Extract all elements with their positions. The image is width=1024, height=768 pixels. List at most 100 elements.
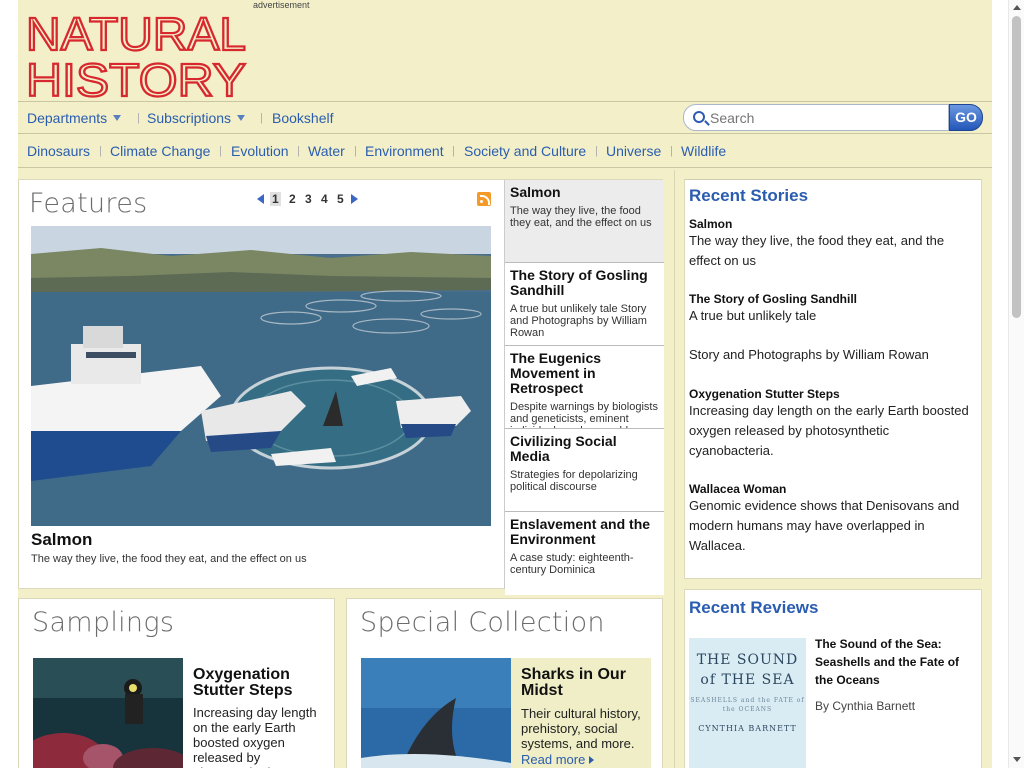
topic-dinosaurs[interactable]: Dinosaurs bbox=[27, 143, 90, 159]
nav-separator: | bbox=[99, 145, 102, 157]
logo-natural: NATURAL bbox=[26, 10, 246, 60]
recent-story-item: Oxygenation Stutter Steps Increasing day… bbox=[689, 387, 975, 461]
feature-story-item[interactable]: Salmon The way they live, the food they … bbox=[505, 180, 664, 263]
special-collection-panel: Special Collection Sharks in Our Midst T… bbox=[346, 598, 663, 768]
book-cover-subtitle: SEASHELLS and the FATE of the OCEANS bbox=[690, 697, 805, 713]
nav-separator: | bbox=[297, 145, 300, 157]
page-wrapper: NATURAL HISTORY advertisement Department… bbox=[18, 0, 992, 768]
search-icon bbox=[693, 111, 705, 123]
recent-story-item: Wallacea Woman Genomic evidence shows th… bbox=[689, 482, 975, 556]
natural-history-logo[interactable]: NATURAL HISTORY bbox=[26, 10, 248, 98]
search-input[interactable] bbox=[710, 108, 940, 127]
story-title: Civilizing Social Media bbox=[510, 433, 617, 464]
samplings-heading: Samplings bbox=[32, 607, 175, 638]
topic-water[interactable]: Water bbox=[308, 143, 345, 159]
nav-separator: | bbox=[595, 145, 598, 157]
special-collection-heading: Special Collection bbox=[360, 607, 605, 638]
nav-separator: | bbox=[260, 112, 263, 124]
review-author: By Cynthia Barnett bbox=[815, 699, 916, 713]
samplings-title[interactable]: Oxygenation Stutter Steps bbox=[193, 667, 323, 699]
divider-line bbox=[685, 179, 981, 180]
nav-subscriptions[interactable]: Subscriptions bbox=[147, 110, 246, 126]
feature-story-list: Salmon The way they live, the food they … bbox=[504, 180, 664, 595]
topics-nav: Dinosaurs | Climate Change | Evolution |… bbox=[18, 135, 992, 168]
page-2[interactable]: 2 bbox=[289, 192, 296, 206]
page-1[interactable]: 1 bbox=[270, 192, 281, 206]
topic-evolution[interactable]: Evolution bbox=[231, 143, 289, 159]
book-cover-image[interactable]: THE SOUND of THE SEA SEASHELLS and the FA… bbox=[689, 638, 806, 768]
hero-subtitle: The way they live, the food they eat, an… bbox=[31, 553, 307, 565]
advertisement-label: advertisement bbox=[253, 0, 310, 10]
next-arrow-icon[interactable] bbox=[351, 194, 358, 204]
story-desc: A true but unlikely tale Story and Photo… bbox=[510, 303, 647, 339]
book-cover-title-line2: of THE SEA bbox=[700, 672, 795, 688]
page-scrollbar[interactable] bbox=[1008, 0, 1024, 768]
features-heading: Features bbox=[29, 188, 148, 219]
feature-story-item[interactable]: Civilizing Social Media Strategies for d… bbox=[505, 429, 664, 512]
nav-bookshelf[interactable]: Bookshelf bbox=[272, 110, 333, 126]
chevron-down-icon bbox=[237, 115, 246, 121]
topic-wildlife[interactable]: Wildlife bbox=[681, 143, 726, 159]
page-4[interactable]: 4 bbox=[321, 192, 328, 206]
recent-story-item: The Story of Gosling Sandhill A true but… bbox=[689, 292, 975, 365]
nav-separator: | bbox=[670, 145, 673, 157]
recent-story-desc: Genomic evidence shows that Denisovans a… bbox=[689, 498, 960, 553]
hero-title[interactable]: Salmon bbox=[31, 530, 92, 550]
read-more-link[interactable]: Read more bbox=[521, 751, 641, 768]
page-5[interactable]: 5 bbox=[337, 192, 344, 206]
features-panel: Features 1 2 3 4 5 Salmon The way they l… bbox=[18, 179, 664, 595]
recent-story-title[interactable]: Oxygenation Stutter Steps bbox=[689, 387, 975, 401]
scroll-up-icon[interactable] bbox=[1013, 5, 1021, 10]
topic-universe[interactable]: Universe bbox=[606, 143, 661, 159]
recent-stories-heading: Recent Stories bbox=[689, 186, 809, 205]
recent-story-title[interactable]: Wallacea Woman bbox=[689, 482, 975, 496]
scroll-down-icon[interactable] bbox=[1013, 757, 1021, 762]
nav-separator: | bbox=[354, 145, 357, 157]
hero-image-salmon-farm[interactable] bbox=[31, 226, 491, 526]
story-title: Enslavement and the Environment bbox=[510, 516, 651, 547]
story-desc: A case study: eighteenth-century Dominic… bbox=[510, 552, 634, 576]
rss-icon[interactable] bbox=[477, 192, 491, 206]
story-desc: The way they live, the food they eat, an… bbox=[510, 205, 652, 229]
recent-story-desc: Increasing day length on the early Earth… bbox=[689, 403, 969, 458]
review-text: The Sound of the Sea: Seashells and the … bbox=[815, 635, 975, 713]
topic-society-and-culture[interactable]: Society and Culture bbox=[464, 143, 586, 159]
nav-subscriptions-label: Subscriptions bbox=[147, 110, 232, 126]
recent-story-title[interactable]: The Story of Gosling Sandhill bbox=[689, 292, 975, 306]
special-collection-textbox: Sharks in Our Midst Their cultural histo… bbox=[511, 658, 651, 768]
recent-stories-panel: Recent Stories Salmon The way they live,… bbox=[684, 179, 982, 579]
special-collection-desc: Their cultural history, prehistory, soci… bbox=[521, 706, 641, 751]
story-title: Salmon bbox=[510, 184, 561, 200]
read-more-label: Read more bbox=[521, 752, 586, 767]
samplings-image-diver[interactable] bbox=[33, 658, 183, 768]
nav-departments-label: Departments bbox=[27, 110, 108, 126]
nav-departments[interactable]: Departments bbox=[27, 110, 122, 126]
nav-separator: | bbox=[137, 112, 140, 124]
feature-story-item[interactable]: Enslavement and the Environment A case s… bbox=[505, 512, 664, 595]
topic-environment[interactable]: Environment bbox=[365, 143, 444, 159]
page-3[interactable]: 3 bbox=[305, 192, 312, 206]
story-title: The Eugenics Movement in Retrospect bbox=[510, 350, 602, 396]
recent-reviews-panel: Recent Reviews THE SOUND of THE SEA SEASH… bbox=[684, 589, 982, 768]
recent-reviews-heading: Recent Reviews bbox=[689, 598, 819, 617]
recent-story-desc: A true but unlikely tale bbox=[689, 308, 817, 323]
recent-story-item: Salmon The way they live, the food they … bbox=[689, 217, 975, 271]
feature-story-item[interactable]: The Story of Gosling Sandhill A true but… bbox=[505, 263, 664, 346]
topic-climate-change[interactable]: Climate Change bbox=[110, 143, 210, 159]
recent-story-desc: The way they live, the food they eat, an… bbox=[689, 233, 945, 268]
special-collection-image-shark-fin[interactable] bbox=[361, 658, 511, 768]
arrow-right-icon bbox=[589, 756, 595, 764]
feature-story-item[interactable]: The Eugenics Movement in Retrospect Desp… bbox=[505, 346, 664, 429]
special-collection-title[interactable]: Sharks in Our Midst bbox=[521, 667, 641, 699]
book-cover-title-line1: THE SOUND bbox=[696, 652, 799, 668]
scrollbar-thumb[interactable] bbox=[1012, 16, 1021, 318]
book-cover-author: CYNTHIA BARNETT bbox=[698, 724, 797, 733]
search-go-button[interactable]: GO bbox=[949, 104, 983, 131]
logo-history: HISTORY bbox=[26, 54, 246, 98]
review-title[interactable]: The Sound of the Sea: Seashells and the … bbox=[815, 635, 975, 689]
recent-story-byline: Story and Photographs by William Rowan bbox=[689, 347, 929, 362]
story-desc: Despite warnings by biologists and genet… bbox=[510, 401, 658, 428]
prev-arrow-icon[interactable] bbox=[257, 194, 264, 204]
story-title: The Story of Gosling Sandhill bbox=[510, 267, 648, 298]
recent-story-title[interactable]: Salmon bbox=[689, 217, 975, 231]
